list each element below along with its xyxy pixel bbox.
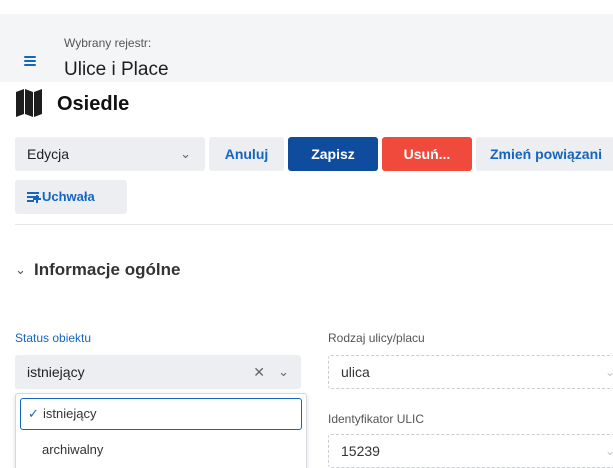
ulic-id-label: Identyfikator ULIC [328, 412, 425, 426]
registry-name: Ulice i Place [64, 59, 169, 80]
status-select-value: istniejący [27, 364, 85, 380]
status-select[interactable]: istniejący ✕ ⌄ [15, 355, 301, 389]
chevron-down-icon: ⌄ [604, 365, 613, 379]
status-option[interactable]: archiwalny [20, 434, 302, 466]
save-button[interactable]: Zapisz [288, 137, 378, 171]
resolution-button-label: Uchwała [42, 189, 95, 204]
status-label: Status obiektu [15, 331, 92, 345]
street-type-value: ulica [341, 364, 370, 380]
menu-icon[interactable] [24, 56, 36, 66]
section-title[interactable]: Informacje ogólne [34, 260, 180, 280]
section-collapse-icon[interactable]: ⌄ [15, 262, 26, 278]
registry-header: Wybrany rejestr: Ulice i Place [0, 14, 613, 82]
ulic-id-select: 15239 ⌄ [328, 434, 613, 468]
chevron-down-icon: ⌄ [604, 444, 613, 458]
status-option-label: istniejący [43, 406, 97, 421]
status-option[interactable]: ✓ istniejący [20, 398, 302, 430]
cancel-button[interactable]: Anuluj [209, 137, 284, 171]
registry-caption: Wybrany rejestr: [64, 36, 152, 50]
map-icon [16, 89, 42, 117]
chevron-down-icon: ⌄ [180, 146, 191, 161]
page-title: Osiedle [57, 93, 130, 115]
street-type-select: ulica ⌄ [328, 355, 613, 389]
status-option-label: archiwalny [42, 442, 104, 457]
change-relations-button[interactable]: Zmień powiązani [476, 137, 613, 171]
street-type-label: Rodzaj ulicy/placu [328, 331, 425, 345]
clear-icon[interactable]: ✕ [253, 355, 265, 389]
check-icon: ✓ [28, 406, 39, 421]
divider [15, 224, 613, 225]
mode-select-value: Edycja [27, 146, 70, 162]
status-dropdown: ✓ istniejący archiwalny [15, 393, 307, 468]
list-add-icon [27, 192, 41, 203]
mode-select[interactable]: Edycja ⌄ [15, 137, 205, 171]
delete-button[interactable]: Usuń... [382, 137, 472, 171]
ulic-id-value: 15239 [341, 443, 380, 459]
resolution-button[interactable]: Uchwała [15, 180, 127, 214]
chevron-down-icon[interactable]: ⌄ [278, 355, 289, 389]
